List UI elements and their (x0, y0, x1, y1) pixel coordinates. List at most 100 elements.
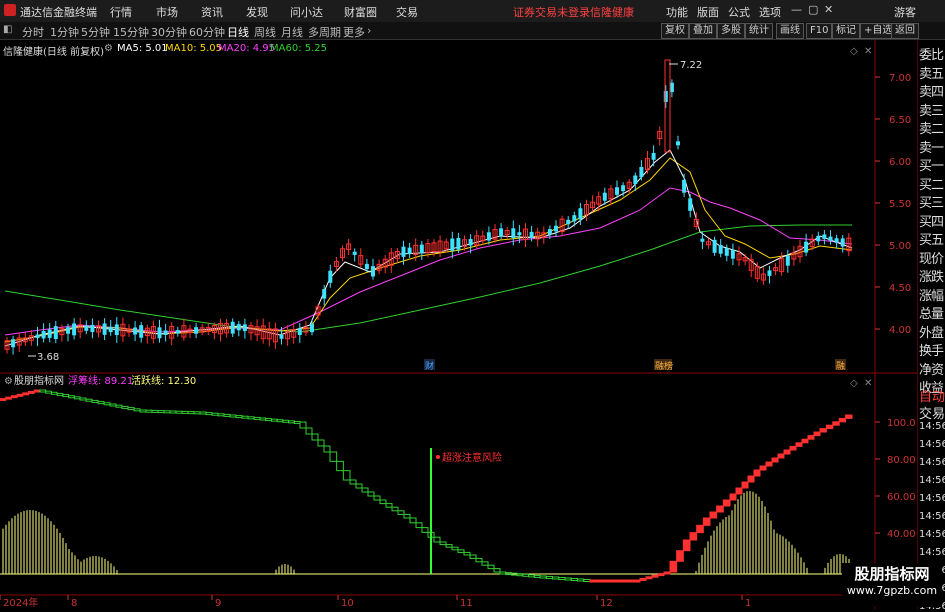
float-step (133, 408, 141, 412)
float-step (627, 579, 635, 583)
float-step (753, 469, 761, 477)
chart-area[interactable]: ◇ ✕ ◇ ✕ 7.00 6.50 6.00 5.50 5.00 4.50 4.00 100… (0, 40, 917, 609)
btn-duogu[interactable]: 多股 (717, 23, 745, 39)
candle-body (718, 245, 723, 254)
tab-60min[interactable]: 60分钟 (189, 24, 225, 40)
float-step (463, 551, 471, 556)
float-step (469, 554, 477, 559)
float-step (716, 505, 724, 513)
float-step (577, 578, 585, 582)
float-step (819, 428, 827, 433)
float-step (493, 568, 501, 573)
float-step (522, 573, 530, 577)
candle-body (572, 215, 577, 222)
btn-biaoji[interactable]: 标记 (832, 23, 860, 39)
tool-xuanxiang[interactable]: 选项 (759, 4, 781, 20)
quote-field-label: 换手 (919, 344, 944, 359)
close-icon[interactable]: ✕ (824, 3, 833, 16)
candle-body (615, 187, 619, 195)
float-step (564, 577, 572, 581)
float-step (127, 407, 135, 411)
tab-multi[interactable]: 多周期 (308, 24, 341, 40)
chevron-right-icon[interactable]: › (367, 24, 371, 37)
trade-time: 14:56 (919, 511, 945, 522)
candle-body (47, 329, 52, 338)
candle-body (621, 185, 626, 192)
main-y-tick: 6.00 (889, 157, 911, 168)
sub-settings-icon: ⚙ (4, 376, 13, 387)
candle-body (419, 244, 424, 254)
float-step (702, 517, 711, 526)
float-step (487, 564, 495, 570)
menu-item-hangqing[interactable]: 行情 (110, 4, 132, 20)
guest-label[interactable]: 游客 (894, 4, 916, 20)
tool-banmian[interactable]: 版面 (697, 4, 719, 20)
quote-field-label: 卖二 (919, 122, 944, 137)
float-step (539, 575, 547, 579)
float-step (570, 578, 578, 581)
candle-body (90, 324, 95, 333)
float-step (663, 571, 671, 575)
float-step (608, 579, 616, 583)
main-y-axis: 7.00 6.50 6.00 5.50 5.00 4.50 4.00 (875, 73, 911, 336)
quote-field-label: 涨跌 (919, 270, 944, 285)
trade-label[interactable]: 交易 (919, 403, 945, 422)
float-step (336, 460, 344, 472)
candle-body (724, 248, 729, 256)
marker-rz: 融 (836, 361, 845, 372)
menu-item-jiaoyi[interactable]: 交易 (396, 4, 418, 20)
btn-huaxian[interactable]: 画线 (776, 23, 804, 39)
tab-day[interactable]: 日线 (227, 24, 249, 40)
tab-15min[interactable]: 15分钟 (113, 24, 149, 40)
btn-f10[interactable]: F10 (806, 23, 833, 39)
menu-item-shichang[interactable]: 市场 (156, 4, 178, 20)
x-tick: 1 (745, 598, 751, 609)
candle-body (639, 166, 644, 177)
float-step (247, 416, 255, 420)
candle-body (236, 324, 241, 331)
tab-more[interactable]: 更多 (343, 24, 365, 40)
restore-icon[interactable]: ▢ (808, 3, 818, 16)
btn-diejia[interactable]: 叠加 (689, 23, 717, 39)
watermark-url: www.7gpzb.com (846, 584, 938, 597)
candle-body (468, 238, 473, 246)
btn-tongji[interactable]: 统计 (745, 23, 773, 39)
float-step (669, 560, 678, 573)
login-status[interactable]: 证券交易未登录 (513, 4, 590, 20)
float-step (175, 410, 183, 414)
tool-gongneng[interactable]: 功能 (666, 4, 688, 20)
float-step (528, 574, 535, 578)
btn-fuquan[interactable]: 复权 (661, 23, 689, 39)
tab-month[interactable]: 月线 (281, 24, 303, 40)
float-step (62, 394, 70, 398)
float-step (163, 410, 171, 414)
candle-body (407, 247, 412, 255)
candle-body (352, 251, 357, 255)
minimize-icon[interactable]: — (791, 3, 802, 16)
quote-field-label: 卖三 (919, 103, 944, 119)
float-step (783, 449, 791, 455)
tab-30min[interactable]: 30分钟 (151, 24, 187, 40)
sub-y-axis: 100.080.0060.0040.0020.00 (875, 418, 916, 577)
menu-item-faxian[interactable]: 发现 (246, 4, 268, 20)
menu-item-wenxiaoda[interactable]: 问小达 (290, 4, 323, 20)
watermark-title: 股朋指标网 (854, 565, 930, 583)
tool-gongshi[interactable]: 公式 (728, 4, 750, 20)
toggle-panel-icon[interactable]: ◧ (3, 24, 12, 35)
tab-week[interactable]: 周线 (254, 24, 276, 40)
tab-fenshi[interactable]: 分时 (22, 24, 44, 40)
float-step (614, 579, 622, 583)
float-step (583, 579, 591, 582)
menu-item-caifuquan[interactable]: 财富圈 (344, 4, 377, 20)
btn-fanhui[interactable]: 返回 (891, 23, 919, 39)
float-step (445, 544, 453, 548)
candle-body (108, 326, 113, 333)
tab-1min[interactable]: 1分钟 (50, 24, 79, 40)
quote-field-label: 买三 (919, 196, 944, 211)
tab-5min[interactable]: 5分钟 (81, 24, 110, 40)
float-step (229, 414, 237, 418)
float-step (0, 398, 7, 402)
sub-y-tick: 80.00 (887, 455, 916, 466)
candle-body (194, 327, 199, 334)
menu-item-zixun[interactable]: 资讯 (201, 4, 223, 20)
